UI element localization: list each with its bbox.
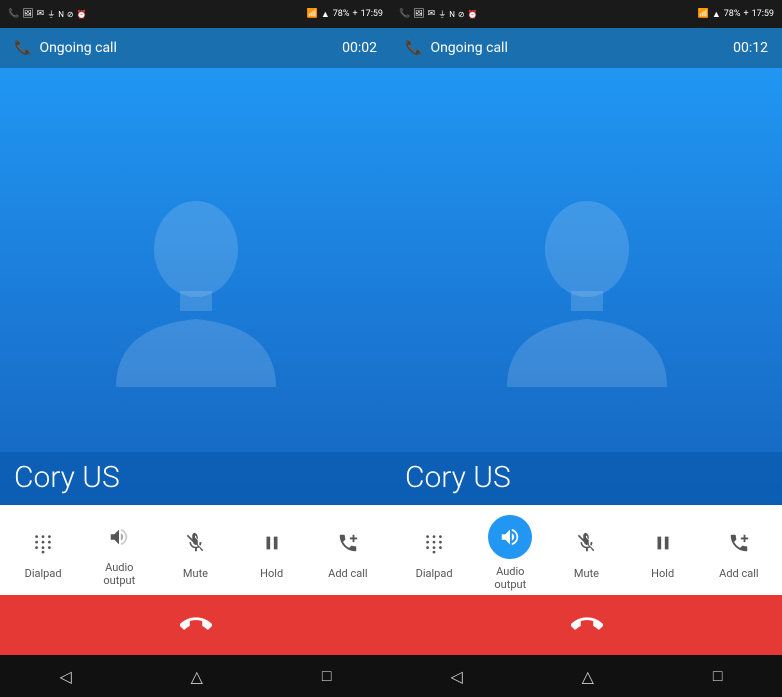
hold-btn-left[interactable]: Hold [242,525,302,580]
mute-btn-right[interactable]: Mute [556,525,616,580]
message-status-icon-r: ✉ [428,9,436,19]
block-icon-r: ⊘ [458,10,465,19]
controls-area-left: Dialpad Audio output [0,505,391,595]
home-btn-right[interactable]: △ [566,659,610,694]
hold-label-right: Hold [651,567,674,580]
status-right-left: 📶 ▲ 78% + 17:59 [307,9,383,20]
battery-charging-left: + [352,9,357,19]
contact-name-right: Cory US [405,460,768,495]
contact-name-bar-right: Cory US [391,452,782,505]
add-call-btn-right[interactable]: Add call [709,525,769,580]
status-icons-left: 📞 🖼 ✉ ⏚ N ⊘ ⏰ [8,9,87,20]
audio-output-icon-right [488,515,532,559]
audio-output-btn-left[interactable]: Audio output [89,519,149,587]
contact-name-left: Cory US [14,460,377,495]
alarm-icon-r: ⏰ [468,10,478,19]
add-call-icon-right [721,525,757,561]
dialpad-icon-left [25,525,61,561]
audio-output-label-left: Audio output [89,561,149,587]
mute-icon-right [568,525,604,561]
signal-icon-r: ▲ [712,9,721,20]
status-bar-right: 📞 🖼 ✉ ⏚ N ⊘ ⏰ 📶 ▲ 78% + 17:59 [391,0,782,28]
hold-icon-left [254,525,290,561]
wifi-icon-r: 📶 [698,9,709,19]
ongoing-call-label-right: Ongoing call [430,40,507,56]
call-header-left: 📞 Ongoing call 00:02 [0,28,391,68]
call-status-left: 📞 Ongoing call [14,40,117,56]
recent-btn-right[interactable]: □ [697,658,739,694]
end-call-bar-right[interactable] [391,595,782,655]
battery-level-left: 78% [333,9,350,19]
status-icons-right: 📞 🖼 ✉ ⏚ N ⊘ ⏰ [399,9,478,20]
battery-charging-right: + [743,9,748,19]
avatar-area-right: Cory US [391,68,782,505]
phone-screen-right: 📞 🖼 ✉ ⏚ N ⊘ ⏰ 📶 ▲ 78% + 17:59 📞 Ongoing … [391,0,782,697]
dialpad-icon-right [416,525,452,561]
dialpad-label-right: Dialpad [416,567,453,580]
mute-btn-left[interactable]: Mute [165,525,225,580]
phone-screen-left: 📞 🖼 ✉ ⏚ N ⊘ ⏰ 📶 ▲ 78% + 17:59 📞 Ongoing … [0,0,391,697]
nav-bar-left: ◁ △ □ [0,655,391,697]
status-right-right: 📶 ▲ 78% + 17:59 [698,9,774,20]
call-header-right: 📞 Ongoing call 00:12 [391,28,782,68]
audio-output-btn-right[interactable]: Audio output [480,515,540,591]
add-call-btn-left[interactable]: Add call [318,525,378,580]
usb-icon-r: ⏚ [438,9,446,20]
dialpad-btn-left[interactable]: Dialpad [13,525,73,580]
contact-name-bar-left: Cory US [0,452,391,505]
avatar-area-left: Cory US [0,68,391,505]
image-status-icon-r: 🖼 [413,9,424,19]
audio-output-icon-left [101,519,137,555]
audio-output-label-right: Audio output [480,565,540,591]
phone-status-icon-r: 📞 [399,9,410,19]
call-phone-icon-left: 📞 [14,40,31,56]
call-timer-right: 00:12 [733,40,768,56]
call-phone-icon-right: 📞 [405,40,422,56]
controls-area-right: Dialpad Audio output Mute [391,505,782,595]
mute-label-left: Mute [183,567,208,580]
dialpad-btn-right[interactable]: Dialpad [404,525,464,580]
recent-btn-left[interactable]: □ [306,658,348,694]
nav-bar-right: ◁ △ □ [391,655,782,697]
phone-status-icon: 📞 [8,9,19,19]
wifi-icon: 📶 [307,9,318,19]
add-call-label-right: Add call [719,567,758,580]
end-call-icon-left [180,609,212,641]
avatar-silhouette-left [106,187,286,387]
call-status-right: 📞 Ongoing call [405,40,508,56]
hold-label-left: Hold [260,567,283,580]
nfc-icon-r: N [449,10,455,19]
clock-left: 17:59 [361,9,383,19]
block-icon: ⊘ [67,10,74,19]
add-call-icon-left [330,525,366,561]
status-bar-left: 📞 🖼 ✉ ⏚ N ⊘ ⏰ 📶 ▲ 78% + 17:59 [0,0,391,28]
back-btn-left[interactable]: ◁ [43,659,87,694]
end-call-bar-left[interactable] [0,595,391,655]
nfc-icon: N [58,10,64,19]
end-call-icon-right [571,609,603,641]
alarm-icon: ⏰ [77,10,87,19]
home-btn-left[interactable]: △ [175,659,219,694]
usb-icon: ⏚ [47,9,55,20]
hold-btn-right[interactable]: Hold [633,525,693,580]
mute-label-right: Mute [574,567,599,580]
ongoing-call-label-left: Ongoing call [39,40,116,56]
battery-level-right: 78% [724,9,741,19]
dialpad-label-left: Dialpad [25,567,62,580]
message-status-icon: ✉ [37,9,45,19]
signal-icon: ▲ [321,9,330,20]
call-timer-left: 00:02 [342,40,377,56]
add-call-label-left: Add call [328,567,367,580]
clock-right: 17:59 [752,9,774,19]
avatar-silhouette-right [497,187,677,387]
mute-icon-left [177,525,213,561]
back-btn-right[interactable]: ◁ [434,659,478,694]
hold-icon-right [645,525,681,561]
image-status-icon: 🖼 [22,9,33,19]
